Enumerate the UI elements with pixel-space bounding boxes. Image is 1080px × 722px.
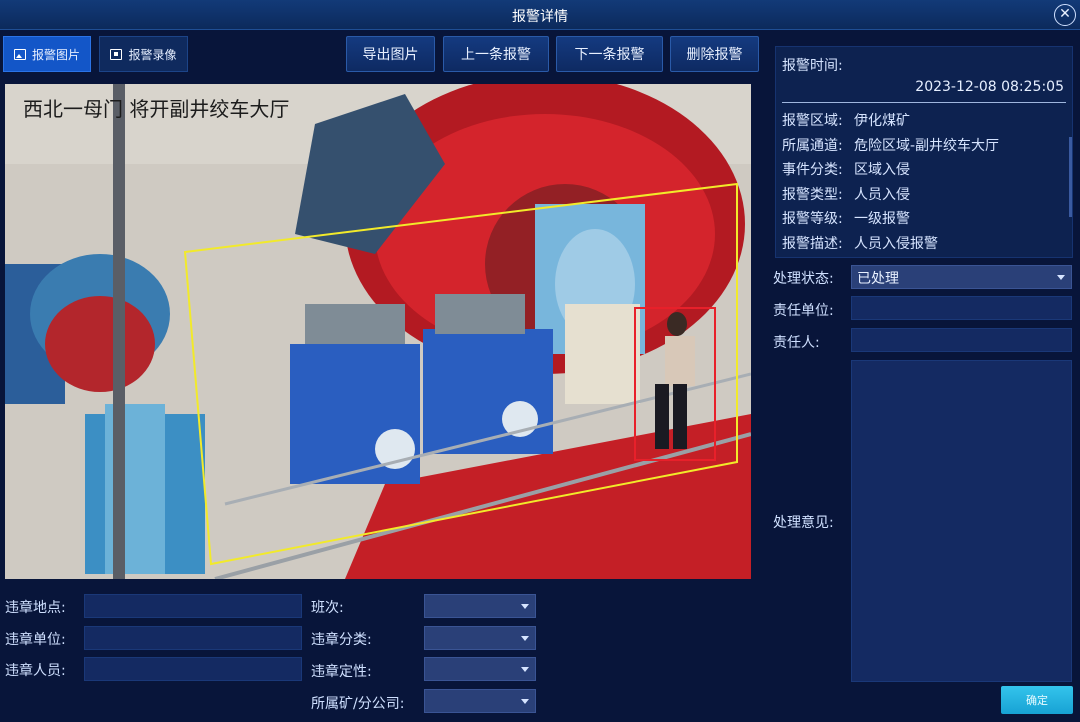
info-row: 报警区域: 伊化煤矿 [782, 113, 910, 129]
info-row: 所属通道: 危险区域-副井绞车大厅 [782, 138, 1000, 154]
responsible-unit-label: 责任单位: [773, 303, 834, 319]
status-value: 已处理 [857, 271, 899, 287]
info-row: 报警类型: 人员入侵 [782, 187, 910, 203]
nature-label: 违章定性: [311, 664, 372, 680]
close-icon[interactable]: ✕ [1054, 4, 1076, 26]
opinion-textarea[interactable] [851, 360, 1072, 682]
responsible-person-label: 责任人: [773, 335, 820, 351]
location-label: 违章地点: [5, 600, 66, 616]
camera-caption: 西北一母门 将开副井绞车大厅 [23, 97, 289, 121]
responsible-person-input[interactable] [851, 328, 1072, 352]
status-label: 处理状态: [773, 271, 834, 287]
info-row: 报警描述: 人员入侵报警 [782, 236, 938, 252]
nature-select[interactable] [424, 657, 536, 681]
chevron-down-icon [521, 667, 529, 672]
branch-label: 所属矿/分公司: [311, 696, 405, 712]
category-select[interactable] [424, 626, 536, 650]
shift-label: 班次: [311, 600, 344, 616]
confirm-button[interactable]: 确定 [1001, 686, 1073, 714]
export-image-button[interactable]: 导出图片 [346, 36, 435, 72]
info-row: 报警等级: 一级报警 [782, 211, 910, 227]
title-bar: 报警详情 ✕ [0, 0, 1080, 30]
tab-alarm-image[interactable]: 报警图片 [3, 36, 91, 72]
alarm-info-panel: 报警时间: 2023-12-08 08:25:05 报警区域: 伊化煤矿 所属通道… [775, 46, 1073, 258]
video-icon [110, 48, 123, 60]
delete-alarm-button[interactable]: 删除报警 [670, 36, 759, 72]
chevron-down-icon [521, 604, 529, 609]
person-label: 违章人员: [5, 663, 66, 679]
next-alarm-button[interactable]: 下一条报警 [556, 36, 663, 72]
tab-label: 报警图片 [31, 47, 80, 62]
unit-label: 违章单位: [5, 632, 66, 648]
prev-alarm-button[interactable]: 上一条报警 [443, 36, 549, 72]
tab-alarm-video[interactable]: 报警录像 [99, 36, 188, 72]
info-row: 事件分类: 区域入侵 [782, 162, 910, 178]
location-input[interactable] [84, 594, 302, 618]
alarm-image: 西北一母门 将开副井绞车大厅 [5, 84, 751, 579]
alarm-time-value: 2023-12-08 08:25:05 [915, 79, 1064, 95]
status-select[interactable]: 已处理 [851, 265, 1072, 289]
tab-label: 报警录像 [128, 47, 177, 62]
responsible-unit-input[interactable] [851, 296, 1072, 320]
category-label: 违章分类: [311, 632, 372, 648]
alarm-scene: 西北一母门 将开副井绞车大厅 [5, 84, 751, 579]
person-input[interactable] [84, 657, 302, 681]
window-title: 报警详情 [512, 9, 568, 25]
chevron-down-icon [1057, 275, 1065, 280]
image-icon [13, 48, 26, 60]
shift-select[interactable] [424, 594, 536, 618]
opinion-label: 处理意见: [773, 515, 834, 531]
alarm-time-label: 报警时间: [782, 58, 843, 74]
branch-select[interactable] [424, 689, 536, 713]
divider [782, 102, 1066, 103]
chevron-down-icon [521, 636, 529, 641]
info-scrollbar[interactable] [1069, 137, 1072, 217]
unit-input[interactable] [84, 626, 302, 650]
chevron-down-icon [521, 699, 529, 704]
